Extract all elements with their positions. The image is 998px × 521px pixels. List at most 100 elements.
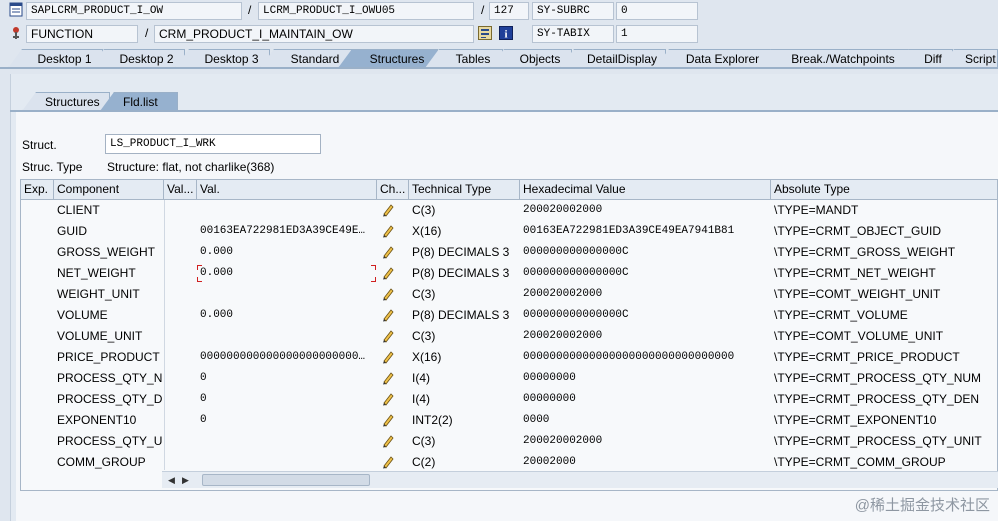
event-type-field[interactable]: FUNCTION <box>26 25 138 43</box>
table-row[interactable]: PROCESS_QTY_N… 0 I(4) 00000000 \TYPE=CRMT_PR… <box>21 368 997 389</box>
debugger-header-row-2: FUNCTION / CRM_PRODUCT_I_MAINTAIN_OW i S… <box>0 23 998 44</box>
edit-pencil-icon[interactable] <box>381 266 395 280</box>
technical-type-cell: I(4) <box>412 392 430 406</box>
var1-value-field[interactable]: 0 <box>616 2 698 20</box>
table-row[interactable]: NET_WEIGHT 0.000 P(8) DECIMALS 3 0000000000… <box>21 263 997 284</box>
column-header-hex-value[interactable]: Hexadecimal Value <box>520 180 771 200</box>
edit-pencil-icon[interactable] <box>381 392 395 406</box>
edit-pencil-icon[interactable] <box>381 329 395 343</box>
value-cell[interactable] <box>197 200 377 221</box>
edit-pencil-icon[interactable] <box>381 455 395 469</box>
tab-detail-display[interactable]: DetailDisplay <box>560 49 666 68</box>
horizontal-scrollbar[interactable]: ◀ ▶ <box>162 471 998 488</box>
tab-desktop-2[interactable]: Desktop 2 <box>90 49 185 68</box>
table-row[interactable]: VOLUME_UNIT C(3) 200020002000 \TYPE=COMT_VO… <box>21 326 997 347</box>
struct-label: Struct. <box>22 138 57 152</box>
tab-structures[interactable]: Structures <box>338 49 438 68</box>
hex-value-cell: 200020002000 <box>523 288 603 300</box>
edit-pencil-icon[interactable] <box>381 245 395 259</box>
technical-type-cell: X(16) <box>412 350 442 364</box>
tab-breakpoints-watchpoints[interactable]: Break./Watchpoints <box>757 49 911 68</box>
var1-name-field[interactable]: SY-SUBRC <box>532 2 614 20</box>
edit-pencil-icon[interactable] <box>381 350 395 364</box>
struct-type-label: Struc. Type <box>22 160 83 174</box>
edit-pencil-icon[interactable] <box>381 434 395 448</box>
hex-value-cell: 00000000 <box>523 393 576 405</box>
value-cell[interactable]: 0.000 <box>197 263 377 284</box>
value-cell[interactable] <box>197 452 377 473</box>
var2-name-field[interactable]: SY-TABIX <box>532 25 614 43</box>
component-cell: GROSS_WEIGHT <box>57 245 156 259</box>
hex-value-cell: 000000000000000C <box>523 309 629 321</box>
table-row[interactable]: PROCESS_QTY_U… C(3) 200020002000 \TYPE=CRMT… <box>21 431 997 452</box>
navigate-icon[interactable] <box>478 26 492 40</box>
debugger-tab-strip: Desktop 1 Desktop 2 Desktop 3 Standard S… <box>0 46 998 68</box>
edit-pencil-icon[interactable] <box>381 203 395 217</box>
include-field[interactable]: LCRM_PRODUCT_I_OWU05 <box>258 2 474 20</box>
info-icon[interactable]: i <box>499 26 513 40</box>
table-row[interactable]: CLIENT C(3) 200020002000 \TYPE=MANDT <box>21 200 997 221</box>
component-cell: PRICE_PRODUCT <box>57 350 160 364</box>
value-cell[interactable] <box>197 431 377 452</box>
hex-value-cell: 00000000 <box>523 372 576 384</box>
value-cell[interactable]: 0 <box>197 410 377 431</box>
program-field[interactable]: SAPLCRM_PRODUCT_I_OW <box>26 2 242 20</box>
var2-value-field[interactable]: 1 <box>616 25 698 43</box>
line-field[interactable]: 127 <box>489 2 529 20</box>
technical-type-cell: X(16) <box>412 224 442 238</box>
component-cell: PROCESS_QTY_N… <box>57 371 164 385</box>
column-header-val[interactable]: Val. <box>197 180 377 200</box>
edit-pencil-icon[interactable] <box>381 371 395 385</box>
edit-pencil-icon[interactable] <box>381 287 395 301</box>
subtab-structures[interactable]: Structures <box>22 92 110 111</box>
hex-value-cell: 200020002000 <box>523 204 603 216</box>
tab-desktop-3[interactable]: Desktop 3 <box>175 49 270 68</box>
tab-underline <box>0 67 998 69</box>
struct-name-input[interactable]: LS_PRODUCT_I_WRK <box>105 134 321 154</box>
scrollbar-thumb[interactable] <box>202 474 370 486</box>
technical-type-cell: P(8) DECIMALS 3 <box>412 308 510 322</box>
table-row[interactable]: COMM_GROUP C(2) 20002000 \TYPE=CRMT_COMM_GR… <box>21 452 997 473</box>
absolute-type-cell: \TYPE=CRMT_PROCESS_QTY_NUM <box>774 371 982 385</box>
component-cell: COMM_GROUP <box>57 455 146 469</box>
tab-desktop-1[interactable]: Desktop 1 <box>8 49 103 68</box>
column-header-technical-type[interactable]: Technical Type <box>409 180 520 200</box>
value-cell[interactable]: 0.000 <box>197 242 377 263</box>
table-row[interactable]: PRICE_PRODUCT 000000000000000000000000… X(… <box>21 347 997 368</box>
program-icon <box>9 2 23 17</box>
technical-type-cell: C(3) <box>412 203 436 217</box>
separator-slash: / <box>145 26 149 40</box>
column-header-component[interactable]: Component <box>54 180 164 200</box>
table-row[interactable]: EXPONENT10 0 INT2(2) 0000 \TYPE=CRMT_EXPONEN… <box>21 410 997 431</box>
edit-pencil-icon[interactable] <box>381 224 395 238</box>
scroll-right-icon[interactable]: ▶ <box>182 475 189 486</box>
value-cell[interactable]: 0.000 <box>197 305 377 326</box>
value-cell[interactable]: 000000000000000000000000… <box>197 347 377 368</box>
edit-pencil-icon[interactable] <box>381 413 395 427</box>
tab-standard[interactable]: Standard <box>260 49 352 68</box>
column-header-change[interactable]: Ch... <box>377 180 409 200</box>
scroll-left-icon[interactable]: ◀ <box>168 475 175 486</box>
technical-type-cell: I(4) <box>412 371 430 385</box>
table-row[interactable]: GUID 00163EA722981ED3A39CE49E… X(16) 00163E… <box>21 221 997 242</box>
value-cell[interactable] <box>197 326 377 347</box>
event-name-field[interactable]: CRM_PRODUCT_I_MAINTAIN_OW <box>154 25 474 43</box>
value-cell[interactable] <box>197 284 377 305</box>
table-row[interactable]: PROCESS_QTY_D… 0 I(4) 00000000 \TYPE=CRMT_PR… <box>21 389 997 410</box>
value-cell[interactable]: 00163EA722981ED3A39CE49E… <box>197 221 377 242</box>
table-row[interactable]: VOLUME 0.000 P(8) DECIMALS 3 00000000000000… <box>21 305 997 326</box>
value-cell[interactable]: 0 <box>197 368 377 389</box>
edit-marker-corner <box>371 265 376 270</box>
value-cell[interactable]: 0 <box>197 389 377 410</box>
edit-pencil-icon[interactable] <box>381 308 395 322</box>
absolute-type-cell: \TYPE=MANDT <box>774 203 859 217</box>
table-row[interactable]: GROSS_WEIGHT 0.000 P(8) DECIMALS 3 00000000… <box>21 242 997 263</box>
separator-slash: / <box>248 3 252 17</box>
table-row[interactable]: WEIGHT_UNIT C(3) 200020002000 \TYPE=COMT_WE… <box>21 284 997 305</box>
column-header-absolute-type[interactable]: Absolute Type <box>771 180 997 200</box>
component-cell: WEIGHT_UNIT <box>57 287 140 301</box>
tab-data-explorer[interactable]: Data Explorer <box>655 49 772 68</box>
tab-objects[interactable]: Objects <box>490 49 572 68</box>
column-header-expand[interactable]: Exp. <box>21 180 54 200</box>
column-header-val-short[interactable]: Val... <box>164 180 197 200</box>
